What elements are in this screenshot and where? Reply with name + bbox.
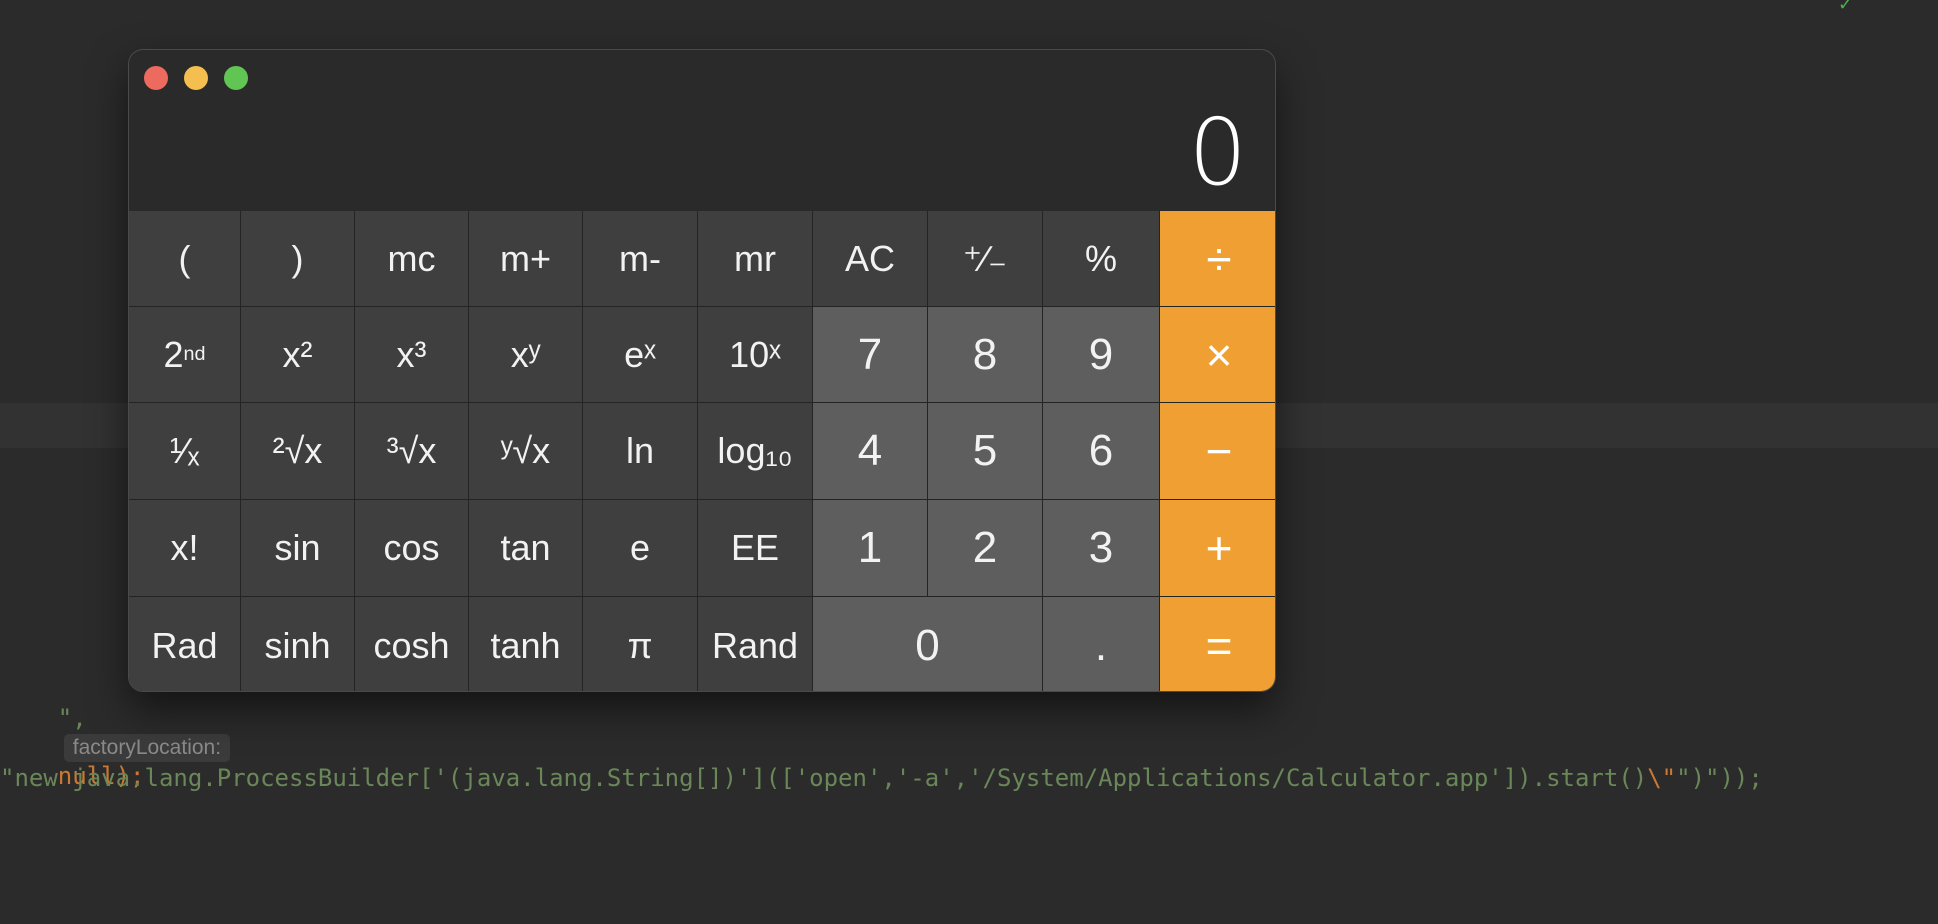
square-button[interactable]: x²: [241, 307, 354, 402]
equals-button[interactable]: =: [1160, 597, 1275, 691]
code-line: ", factoryLocation: null);: [0, 676, 236, 818]
multiply-button[interactable]: ×: [1160, 307, 1275, 402]
plus-minus-button[interactable]: ⁺∕₋: [928, 211, 1042, 306]
cube-root-button[interactable]: ³√x: [355, 403, 468, 499]
zoom-window-button[interactable]: [224, 66, 248, 90]
memory-recall-button[interactable]: mr: [698, 211, 812, 306]
square-root-button[interactable]: ²√x: [241, 403, 354, 499]
digit-2-button[interactable]: 2: [928, 500, 1042, 596]
log10-button[interactable]: log₁₀: [698, 403, 812, 499]
percent-button[interactable]: %: [1043, 211, 1159, 306]
keypad: ( ) mc m+ m- mr AC ⁺∕₋ % ÷ 2nd x² x³ xʸ …: [129, 211, 1275, 691]
subtract-button[interactable]: −: [1160, 403, 1275, 499]
natural-log-button[interactable]: ln: [583, 403, 697, 499]
euler-button[interactable]: e: [583, 500, 697, 596]
status-check-icon: ✓: [1838, 0, 1854, 14]
reciprocal-button[interactable]: ¹∕ₓ: [129, 403, 240, 499]
title-bar[interactable]: [129, 50, 1275, 90]
digit-8-button[interactable]: 8: [928, 307, 1042, 402]
sinh-button[interactable]: sinh: [241, 597, 354, 691]
digit-6-button[interactable]: 6: [1043, 403, 1159, 499]
cos-button[interactable]: cos: [355, 500, 468, 596]
parameter-hint: factoryLocation:: [63, 734, 231, 762]
cube-button[interactable]: x³: [355, 307, 468, 402]
radian-toggle-button[interactable]: Rad: [129, 597, 240, 691]
random-button[interactable]: Rand: [698, 597, 812, 691]
add-button[interactable]: +: [1160, 500, 1275, 596]
cosh-button[interactable]: cosh: [355, 597, 468, 691]
calculator-display: 0: [1188, 99, 1247, 206]
code-line: "new java.lang.ProcessBuilder['(java.lan…: [0, 764, 1763, 792]
all-clear-button[interactable]: AC: [813, 211, 927, 306]
power-button[interactable]: xʸ: [469, 307, 582, 402]
memory-add-button[interactable]: m+: [469, 211, 582, 306]
digit-4-button[interactable]: 4: [813, 403, 927, 499]
minimize-window-button[interactable]: [184, 66, 208, 90]
y-root-button[interactable]: ʸ√x: [469, 403, 582, 499]
divide-button[interactable]: ÷: [1160, 211, 1275, 306]
pi-button[interactable]: π: [583, 597, 697, 691]
close-paren-button[interactable]: ): [241, 211, 354, 306]
tanh-button[interactable]: tanh: [469, 597, 582, 691]
tan-button[interactable]: tan: [469, 500, 582, 596]
calculator-window: 0 ( ) mc m+ m- mr AC ⁺∕₋ % ÷ 2nd x² x³ x…: [129, 50, 1275, 691]
code-string: "new java.lang.ProcessBuilder['(java.lan…: [0, 764, 1648, 792]
digit-9-button[interactable]: 9: [1043, 307, 1159, 402]
digit-3-button[interactable]: 3: [1043, 500, 1159, 596]
factorial-button[interactable]: x!: [129, 500, 240, 596]
close-window-button[interactable]: [144, 66, 168, 90]
open-paren-button[interactable]: (: [129, 211, 240, 306]
exponent-entry-button[interactable]: EE: [698, 500, 812, 596]
memory-clear-button[interactable]: mc: [355, 211, 468, 306]
digit-1-button[interactable]: 1: [813, 500, 927, 596]
digit-7-button[interactable]: 7: [813, 307, 927, 402]
code-string-tail: ")"));: [1676, 764, 1763, 792]
ten-power-button[interactable]: 10ˣ: [698, 307, 812, 402]
digit-5-button[interactable]: 5: [928, 403, 1042, 499]
exp-button[interactable]: eˣ: [583, 307, 697, 402]
code-escape: \": [1647, 764, 1677, 792]
digit-0-button[interactable]: 0: [813, 597, 1042, 691]
memory-subtract-button[interactable]: m-: [583, 211, 697, 306]
sin-button[interactable]: sin: [241, 500, 354, 596]
decimal-point-button[interactable]: .: [1043, 597, 1159, 691]
code-string-end: ",: [57, 704, 87, 732]
second-function-button[interactable]: 2nd: [129, 307, 240, 402]
